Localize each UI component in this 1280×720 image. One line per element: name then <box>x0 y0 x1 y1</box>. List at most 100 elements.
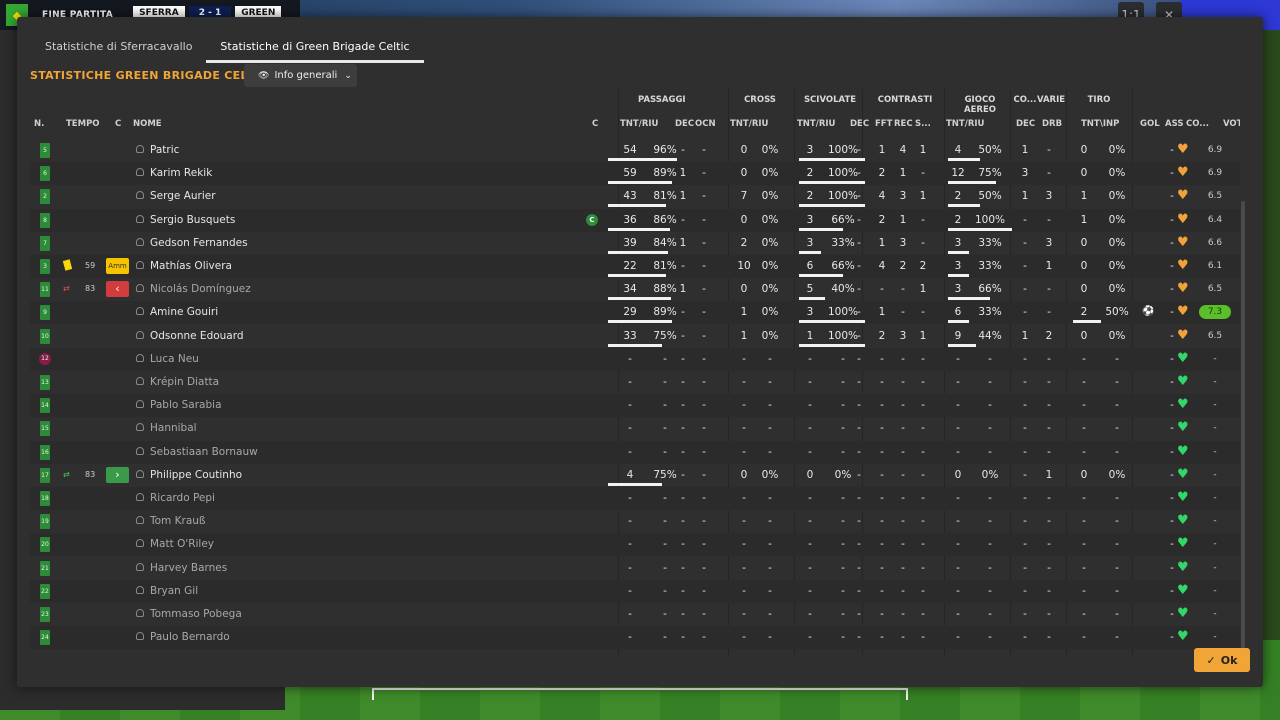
shirt-number: 5 <box>40 143 50 158</box>
view-dropdown[interactable]: 👁 Info generali ⌄ <box>244 64 357 87</box>
table-row[interactable]: 11 ⇄ 83 ‹ Nicolás Domínguez 34 88% 1-0 0% 5 40% - - -… <box>30 278 1240 301</box>
co-dec: - <box>1023 422 1027 435</box>
rec: - <box>901 468 905 481</box>
pass-tnt: 33 <box>623 329 637 342</box>
table-row[interactable]: 6 Karim Rekik 59 89% 1-0 0% 2 100% -2 1-12 75% 3-0 0… <box>30 162 1240 186</box>
player-name[interactable]: Ricardo Pepi <box>150 492 215 504</box>
player-name[interactable]: Matt O'Riley <box>150 538 214 550</box>
col-number[interactable]: N. <box>34 119 44 129</box>
table-row[interactable]: 3 59 Amm Mathías Olivera 22 81% - -10 0% 6 66% -4 2 2… <box>30 255 1240 278</box>
condition-heart-icon: ♥ <box>1177 211 1189 227</box>
player-name[interactable]: Tom Krauß <box>150 515 206 527</box>
col-aereo-tnt[interactable]: TNT/RIU <box>946 119 984 129</box>
player-name[interactable]: Bryan Gil <box>150 585 198 597</box>
col-sciv-tnt[interactable]: TNT/RIU <box>797 119 835 129</box>
player-name[interactable]: Odsonne Edouard <box>150 330 244 342</box>
col-condition[interactable]: CO... <box>1186 119 1209 129</box>
player-name[interactable]: Mathías Olivera <box>150 260 232 272</box>
pass-tnt: 36 <box>623 213 637 226</box>
rec: 2 <box>899 260 907 272</box>
col-ass[interactable]: ASS <box>1165 119 1183 129</box>
player-name[interactable]: Paulo Bernardo <box>150 631 230 643</box>
tab-sferracavallo[interactable]: Statistiche di Sferracavallo <box>31 17 206 63</box>
col-drb[interactable]: DRB <box>1042 119 1062 129</box>
col-pass-ocn[interactable]: OCN <box>695 119 716 129</box>
player-name[interactable]: Serge Aurier <box>150 190 216 202</box>
table-row[interactable]: 20 Matt O'Riley - - - - - - - - - - - - - - - - - - - ♥ - <box>30 533 1240 557</box>
table-row[interactable]: 23 Tommaso Pobega - - - - - - - - - - - - - - - - - - - ♥ - <box>30 603 1240 626</box>
player-name[interactable]: Amine Gouiri <box>150 306 218 318</box>
table-row[interactable]: 10 Odsonne Edouard 33 75% - -1 0% 1 100% -2 3 1 9 44%… <box>30 325 1240 348</box>
table-row[interactable]: 5 Patric 54 96% - -0 0% 3 100% -1 4 1 4 50% 1-0 0% - ♥ 6.9 <box>30 139 1240 162</box>
col-s[interactable]: S... <box>915 119 931 129</box>
col-tiro-tnt[interactable]: TNT\INP <box>1081 119 1119 129</box>
table-row[interactable]: 22 Bryan Gil - - - - - - - - - - - - - - - - - - - ♥ - <box>30 579 1240 603</box>
aereo-riu: - <box>988 376 992 388</box>
player-name[interactable]: Harvey Barnes <box>150 562 227 574</box>
table-row[interactable]: 12 Luca Neu - - - - - - - - - - - - - - - - - - - ♥ - <box>30 347 1240 371</box>
pass-dec: - <box>681 538 685 551</box>
co-dec: - <box>1023 584 1027 597</box>
table-row[interactable]: 2 Serge Aurier 43 81% 1-7 0% 2 100% -4 3 1 2 50% 1 3 1 0… <box>30 185 1240 208</box>
col-tempo[interactable]: TEMPO <box>66 119 100 129</box>
pass-tnt: 59 <box>623 167 637 180</box>
pass-dec: - <box>681 608 685 620</box>
player-name[interactable]: Karim Rekik <box>150 167 212 179</box>
table-row[interactable]: 8 Sergio Busquets C 36 86% - -0 0% 3 66% -2 1-2 100%… <box>30 208 1240 232</box>
ok-button[interactable]: ✓ Ok <box>1194 648 1250 672</box>
tab-green-brigade-celtic[interactable]: Statistiche di Green Brigade Celtic <box>206 17 424 63</box>
player-name[interactable]: Tommaso Pobega <box>150 608 242 620</box>
col-contrasti-dec[interactable]: DEC <box>850 119 869 129</box>
player-name[interactable]: Sergio Busquets <box>150 214 235 226</box>
aereo-riu: - <box>988 492 992 504</box>
cross-tnt: 0 <box>740 283 748 296</box>
table-row[interactable]: 18 Ricardo Pepi - - - - - - - - - - - - - - - - - - - ♥ - <box>30 487 1240 510</box>
shirt-number: 7 <box>40 235 50 251</box>
player-name[interactable]: Patric <box>150 144 179 156</box>
player-name[interactable]: Krépin Diatta <box>150 376 219 388</box>
table-row[interactable]: 7 Gedson Fernandes 39 84% 1-2 0% 3 33% -1 3-3 33% -… <box>30 232 1240 255</box>
stats-dialog: Statistiche di Sferracavallo Statistiche… <box>17 17 1263 687</box>
table-row[interactable]: 19 Tom Krauß - - - - - - - - - - - - - - - - - - - ♥ - <box>30 510 1240 533</box>
aereo-riu: - <box>988 538 992 551</box>
col-nome[interactable]: NOME <box>133 119 162 129</box>
col-pass-dec[interactable]: DEC <box>675 119 694 129</box>
aereo-tnt: - <box>956 422 960 435</box>
table-row[interactable]: 21 Harvey Barnes - - - - - - - - - - - - - - - - - - - ♥ - <box>30 557 1240 580</box>
col-gol[interactable]: GOL <box>1140 119 1160 129</box>
col-pass-tnt[interactable]: TNT/RIU <box>620 119 658 129</box>
player-name[interactable]: Sebastiaan Bornauw <box>150 446 258 458</box>
player-name[interactable]: Pablo Sarabia <box>150 399 222 411</box>
scrollbar[interactable] <box>1241 201 1245 655</box>
table-row[interactable]: 17 ⇄ 83 › Philippe Coutinho 4 75% - -0 0% 0 0% - - - -0… <box>30 464 1240 487</box>
drb: - <box>1047 422 1051 435</box>
table-row[interactable]: 15 Hannibal - - - - - - - - - - - - - - - - - - - ♥ - <box>30 417 1240 440</box>
col-rec[interactable]: REC <box>894 119 913 129</box>
aereo-bar <box>948 181 996 185</box>
aereo-tnt: - <box>956 515 960 528</box>
player-name[interactable]: Nicolás Domínguez <box>150 283 251 295</box>
cross-riu: 0% <box>761 283 779 296</box>
table-row[interactable]: 16 Sebastiaan Bornauw - - - - - - - - - - - - - - - - - - - ♥… <box>30 440 1240 464</box>
player-name[interactable]: Hannibal <box>150 422 197 434</box>
col-cards[interactable]: C <box>115 119 121 129</box>
rec: - <box>901 608 905 620</box>
sciv-tnt: - <box>808 608 812 620</box>
col-captain[interactable]: C <box>592 119 598 129</box>
table-row[interactable]: 14 Pablo Sarabia - - - - - - - - - - - - - - - - - - - ♥ - <box>30 394 1240 418</box>
player-name[interactable]: Luca Neu <box>150 353 199 365</box>
tiro-inp: - <box>1115 445 1119 458</box>
col-vot[interactable]: VOT <box>1223 119 1240 129</box>
table-row[interactable]: 13 Krépin Diatta - - - - - - - - - - - - - - - - - - - ♥ - <box>30 371 1240 394</box>
player-name[interactable]: Philippe Coutinho <box>150 469 242 481</box>
col-cross-tnt[interactable]: TNT/RIU <box>730 119 768 129</box>
table-row[interactable]: 24 Paulo Bernardo - - - - - - - - - - - - - - - - - - - ♥ - <box>30 626 1240 650</box>
player-name[interactable]: Gedson Fernandes <box>150 237 248 249</box>
aereo-tnt: 2 <box>954 190 962 203</box>
col-co-dec[interactable]: DEC <box>1016 119 1035 129</box>
col-fft[interactable]: FFT <box>875 119 892 129</box>
table-row[interactable]: 9 Amine Gouiri 29 89% - -1 0% 3 100% -1- -6 33% - -2 5… <box>30 301 1240 325</box>
sciv-tnt: 5 <box>806 283 814 296</box>
player-icon <box>136 191 144 200</box>
aereo-tnt: 12 <box>951 167 965 180</box>
